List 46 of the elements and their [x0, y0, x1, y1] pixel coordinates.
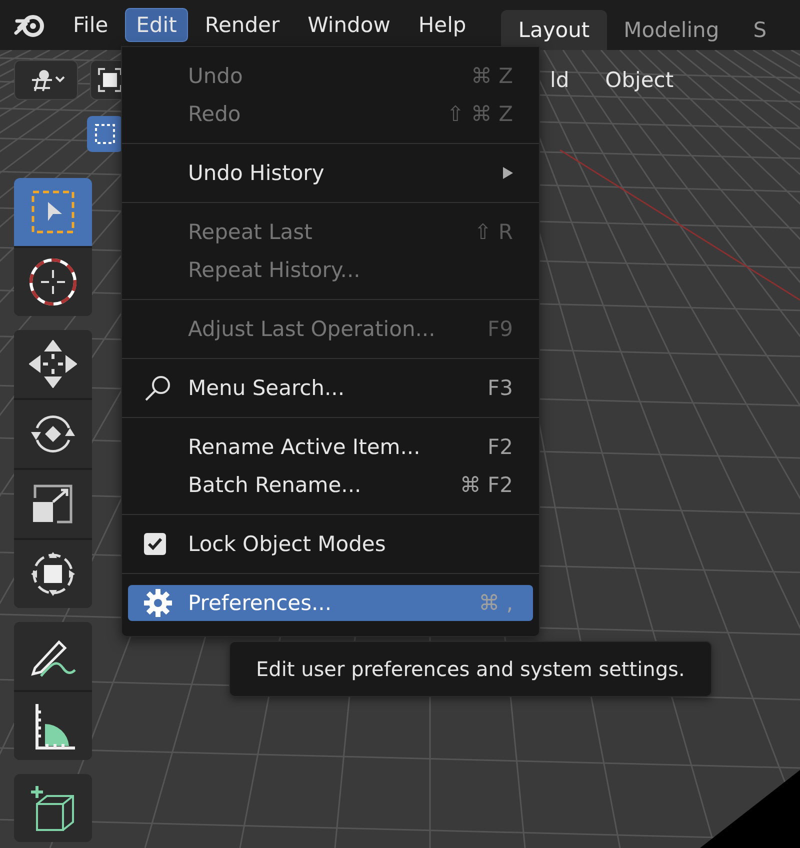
menu-item[interactable]: Lock Object Modes — [128, 526, 533, 562]
tool-button[interactable] — [14, 470, 92, 538]
header-menu[interactable]: Object — [605, 68, 674, 92]
menu-item[interactable]: Preferences... ⌘ , — [128, 585, 533, 621]
settings-icon — [144, 589, 172, 617]
shortcut-label: ⌘ Z — [470, 64, 513, 88]
dashed-box-icon — [93, 122, 117, 146]
move-arrows-icon — [29, 340, 77, 388]
menu-button[interactable]: Help — [407, 8, 478, 42]
checkbox[interactable] — [144, 533, 166, 555]
tool-button[interactable] — [14, 622, 92, 690]
header-menu[interactable]: ld — [550, 68, 570, 92]
select-box-mode-button[interactable] — [87, 116, 123, 152]
tool-button[interactable] — [14, 400, 92, 468]
tool-button[interactable] — [14, 774, 92, 842]
submenu-arrow-icon — [503, 167, 513, 179]
menu-button[interactable]: Edit — [125, 8, 188, 42]
menu-button[interactable]: Render — [194, 8, 291, 42]
add-cube-icon — [29, 784, 77, 832]
workspace-tab[interactable]: S — [736, 10, 784, 50]
shortcut-label: F2 — [488, 435, 513, 459]
select-box-icon — [98, 68, 122, 92]
mode-dropdown[interactable] — [14, 60, 78, 100]
menu-item[interactable]: Undo History — [128, 155, 533, 191]
shortcut-label: F3 — [488, 376, 513, 400]
menu-button[interactable]: Window — [296, 8, 402, 42]
tooltip: Edit user preferences and system settings. — [229, 641, 712, 697]
menu-item[interactable]: Menu Search... F3 — [128, 370, 533, 406]
tool-button[interactable] — [14, 540, 92, 608]
menu-item[interactable]: Batch Rename... ⌘ F2 — [128, 467, 533, 503]
cursor-icon — [29, 258, 77, 306]
menu-item[interactable]: Rename Active Item... F2 — [128, 429, 533, 465]
tool-button[interactable] — [14, 330, 92, 398]
shortcut-label: ⌘ F2 — [460, 473, 513, 497]
tool-button[interactable] — [14, 248, 92, 316]
transform-icon — [29, 550, 77, 598]
shortcut-label: ⇧ R — [474, 220, 513, 244]
tool-button[interactable] — [14, 692, 92, 760]
workspace-tab[interactable]: Layout — [501, 10, 607, 50]
menu-button[interactable]: File — [62, 8, 120, 42]
shortcut-label: F9 — [488, 317, 513, 341]
workspace-tab[interactable]: Modeling — [606, 10, 736, 50]
shortcut-label: ⇧ ⌘ Z — [446, 102, 513, 126]
shortcut-label: ⌘ , — [478, 591, 513, 615]
search-icon — [144, 374, 172, 402]
select-box-icon — [29, 188, 77, 236]
